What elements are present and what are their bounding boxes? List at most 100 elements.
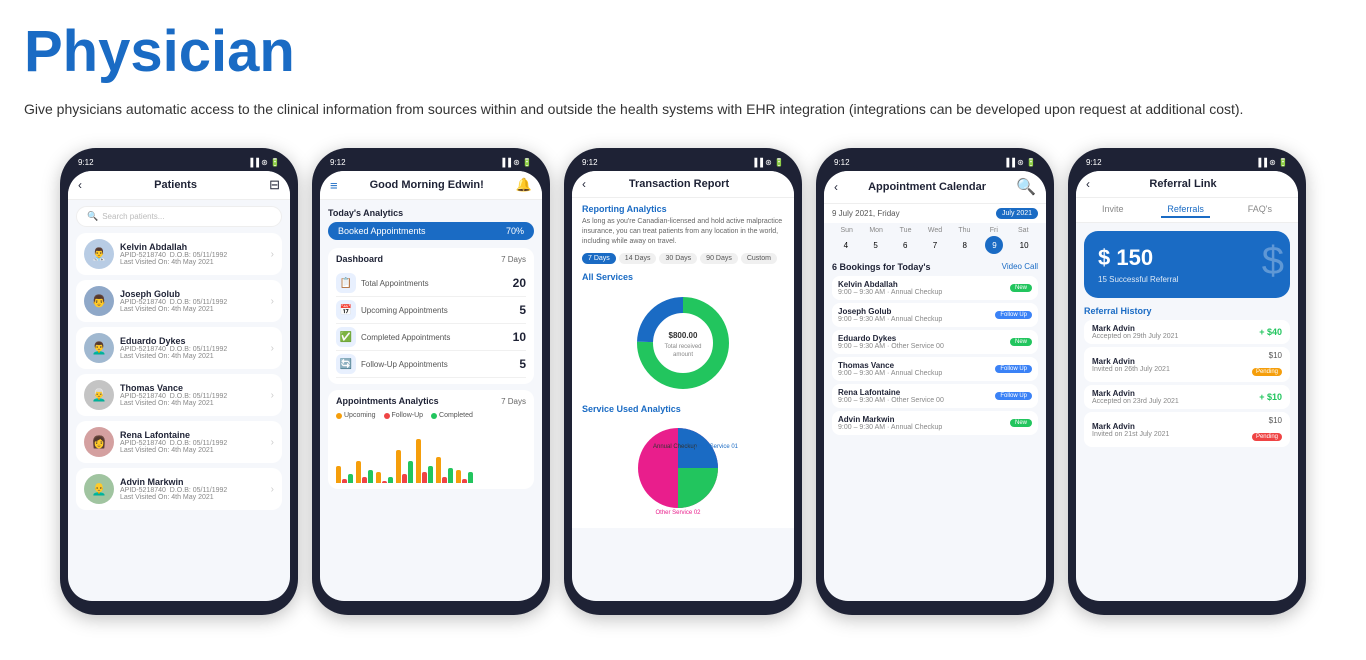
booking-item[interactable]: Eduardo Dykes 9:00 – 9:30 AM · Other Ser… (832, 330, 1038, 354)
stat-label: Follow-Up Appointments (361, 360, 519, 369)
patient-item[interactable]: 👩 Rena Lafontaine APID-5218740 D.O.B: 05… (76, 421, 282, 463)
stat-label: Upcoming Appointments (361, 306, 519, 315)
bar-group (436, 457, 453, 483)
stat-label: Completed Appointments (361, 333, 513, 342)
stat-item: ✅ Completed Appointments 10 (336, 324, 526, 351)
svg-text:Total received: Total received (664, 344, 701, 350)
chevron-right-icon: › (271, 437, 274, 448)
pie-chart: Annual Checkup Other Service 01 Other Se… (623, 418, 743, 518)
bar (382, 481, 387, 483)
booking-time: 9:00 – 9:30 AM · Other Service 00 (838, 343, 944, 350)
signal-icons: ▐▐ ⊛ 🔋 (500, 158, 532, 167)
menu-icon[interactable]: ≡ (330, 178, 338, 193)
phone-calendar: 9:12 ▐▐ ⊛ 🔋 ‹ Appointment Calendar 🔍 9 J… (816, 148, 1054, 615)
filter-icon[interactable]: ⊟ (269, 177, 280, 193)
stats-section: Dashboard 7 Days 📋 Total Appointments 20… (328, 248, 534, 384)
booking-name: Thomas Vance (838, 361, 942, 370)
phone-referral: 9:12 ▐▐ ⊛ 🔋 ‹ Referral Link Invite Refer… (1068, 148, 1306, 615)
month-selector[interactable]: July 2021 (996, 208, 1038, 219)
date-label: 9 July 2021, Friday (832, 209, 900, 218)
tab-faqs[interactable]: FAQ's (1242, 202, 1278, 218)
filter-90days[interactable]: 90 Days (700, 253, 738, 264)
booking-info: Advin Markwin 9:00 – 9:30 AM · Annual Ch… (838, 415, 942, 431)
tab-referrals[interactable]: Referrals (1161, 202, 1210, 218)
day-8[interactable]: 8 (956, 236, 974, 254)
history-left: Mark Advin Invited on 26th July 2021 (1092, 357, 1170, 373)
patient-item[interactable]: 👨 Joseph Golub APID-5218740 D.O.B: 05/11… (76, 280, 282, 322)
back-arrow-icon[interactable]: ‹ (1086, 177, 1090, 191)
dashboard-label: Dashboard (336, 254, 383, 264)
booking-item[interactable]: Rena Lafontaine 9:00 – 9:30 AM · Other S… (832, 384, 1038, 408)
filter-30days[interactable]: 30 Days (659, 253, 697, 264)
page-title: Physician (24, 20, 1342, 84)
history-date: Invited on 21st July 2021 (1092, 431, 1169, 438)
history-date: Accepted on 29th July 2021 (1092, 333, 1178, 340)
bell-icon[interactable]: 🔔 (516, 177, 532, 193)
thu: Thu (950, 227, 979, 234)
transaction-screen: ‹ Transaction Report Reporting Analytics… (572, 171, 794, 601)
bar (448, 468, 453, 483)
date-row: 9 July 2021, Friday July 2021 (824, 204, 1046, 223)
day-5[interactable]: 5 (867, 236, 885, 254)
transaction-header: ‹ Transaction Report (572, 171, 794, 198)
booking-time: 9:00 – 9:30 AM · Other Service 00 (838, 397, 944, 404)
booking-items: Kelvin Abdallah 9:00 – 9:30 AM · Annual … (832, 276, 1038, 435)
patient-item[interactable]: 👨‍🦳 Thomas Vance APID-5218740 D.O.B: 05/… (76, 374, 282, 416)
patient-id: APID-5218740 D.O.B: 05/11/1992 (120, 299, 265, 306)
bar (402, 474, 407, 483)
bar (368, 470, 373, 483)
booking-item[interactable]: Thomas Vance 9:00 – 9:30 AM · Annual Che… (832, 357, 1038, 381)
bar (456, 470, 461, 483)
patient-info: Joseph Golub APID-5218740 D.O.B: 05/11/1… (120, 289, 265, 313)
time: 9:12 (834, 158, 850, 167)
stat-item: 📅 Upcoming Appointments 5 (336, 297, 526, 324)
transaction-title: Transaction Report (586, 178, 772, 190)
day-7[interactable]: 7 (926, 236, 944, 254)
tab-invite[interactable]: Invite (1096, 202, 1130, 218)
search-bar[interactable]: 🔍 Search patients... (76, 206, 282, 227)
chart-title: Appointments Analytics (336, 396, 439, 406)
patient-item[interactable]: 👨‍🦲 Advin Markwin APID-5218740 D.O.B: 05… (76, 468, 282, 510)
booking-item[interactable]: Advin Markwin 9:00 – 9:30 AM · Annual Ch… (832, 411, 1038, 435)
chevron-right-icon: › (271, 484, 274, 495)
patient-id: APID-5218740 D.O.B: 05/11/1992 (120, 440, 265, 447)
booking-badge: Follow Up (995, 311, 1032, 319)
patient-item[interactable]: 👨‍⚕️ Kelvin Abdallah APID-5218740 D.O.B:… (76, 233, 282, 275)
patient-info: Advin Markwin APID-5218740 D.O.B: 05/11/… (120, 477, 265, 501)
patient-avatar: 👨‍⚕️ (84, 239, 114, 269)
filter-14days[interactable]: 14 Days (619, 253, 657, 264)
referral-success: 15 Successful Referral (1098, 275, 1276, 284)
analytics-label: Today's Analytics (328, 208, 534, 218)
booking-badge: Follow Up (995, 365, 1032, 373)
search-icon[interactable]: 🔍 (1016, 177, 1036, 197)
day-10[interactable]: 10 (1015, 236, 1033, 254)
completed-dot (431, 413, 437, 419)
wed: Wed (920, 227, 949, 234)
referral-tabs: Invite Referrals FAQ's (1076, 198, 1298, 223)
patient-item[interactable]: 👨‍🦱 Eduardo Dykes APID-5218740 D.O.B: 05… (76, 327, 282, 369)
mon: Mon (861, 227, 890, 234)
dashboard-filter[interactable]: 7 Days (501, 255, 526, 264)
reporting-title: Reporting Analytics (582, 204, 784, 214)
stat-label: Total Appointments (361, 279, 513, 288)
bar (428, 466, 433, 484)
booking-item[interactable]: Kelvin Abdallah 9:00 – 9:30 AM · Annual … (832, 276, 1038, 300)
referral-card-wrap: $ $ 150 15 Successful Referral (1076, 231, 1298, 298)
day-4[interactable]: 4 (837, 236, 855, 254)
day-9-today[interactable]: 9 (985, 236, 1003, 254)
bar (376, 472, 381, 483)
history-amount: + $10 (1259, 392, 1282, 402)
history-item: Mark Advin Accepted on 23rd July 2021 + … (1084, 385, 1290, 409)
booking-info: Kelvin Abdallah 9:00 – 9:30 AM · Annual … (838, 280, 942, 296)
chevron-right-icon: › (271, 390, 274, 401)
service-analytics-title: Service Used Analytics (582, 404, 784, 414)
stat-value: 20 (513, 276, 526, 290)
booking-item[interactable]: Joseph Golub 9:00 – 9:30 AM · Annual Che… (832, 303, 1038, 327)
filter-7days[interactable]: 7 Days (582, 253, 616, 264)
signal-icons: ▐▐ ⊛ 🔋 (752, 158, 784, 167)
time: 9:12 (330, 158, 346, 167)
filter-custom[interactable]: Custom (741, 253, 777, 264)
chart-filter[interactable]: 7 Days (501, 397, 526, 406)
patients-title: Patients (82, 179, 269, 191)
day-6[interactable]: 6 (896, 236, 914, 254)
